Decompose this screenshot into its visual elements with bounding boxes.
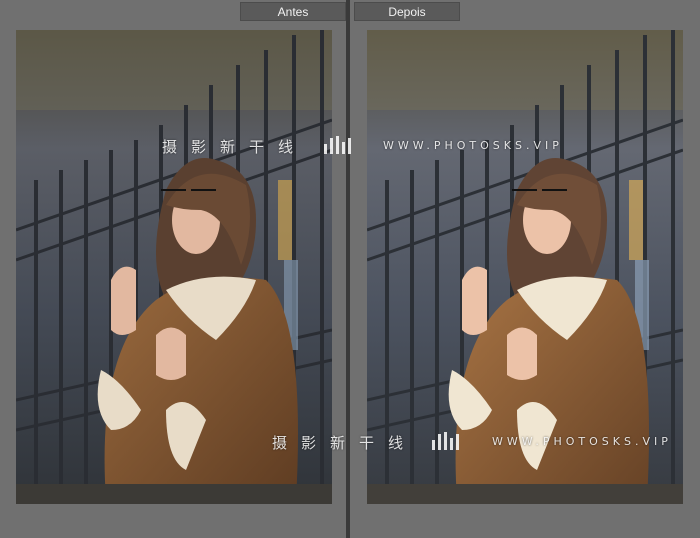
watermark-chinese-text-lower: 摄影新干线 — [272, 434, 418, 452]
watermark-chinese-text: 摄影新干线 — [162, 138, 308, 156]
watermark-logo-icon-lower — [432, 432, 466, 450]
before-label[interactable]: Antes — [240, 2, 346, 21]
after-label[interactable]: Depois — [354, 2, 460, 21]
watermark-site-text: WWW.PHOTOSKS.VIP — [383, 139, 563, 152]
before-after-compare-view: Antes Depois 摄影新干线 WWW.PHOTOSKS.VIP 摄影新干… — [0, 0, 700, 538]
watermark-site-text-lower: WWW.PHOTOSKS.VIP — [492, 435, 672, 448]
watermark-logo-icon — [324, 136, 358, 154]
